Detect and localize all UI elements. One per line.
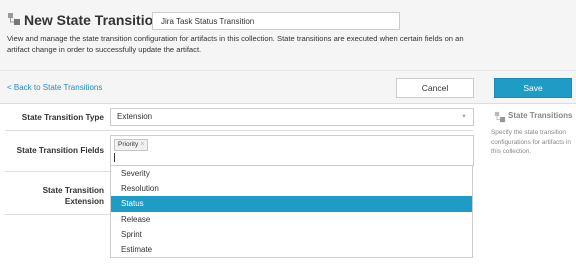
page-description: View and manage the state transition con… [7, 34, 464, 54]
divider [5, 130, 473, 131]
state-transition-fields-label: State Transition Fields [16, 146, 104, 155]
page-header: New State Transition View and manage the… [0, 0, 576, 70]
sidebar-description: Specify the state transition configurati… [491, 129, 571, 155]
toolbar: < Back to State Transitions Cancel Save [0, 70, 576, 104]
back-to-state-transitions-link[interactable]: < Back to State Transitions [7, 83, 102, 92]
state-transition-icon [494, 111, 506, 123]
chevron-down-icon: ▼ [461, 114, 467, 120]
extension-label-line1: State Transition [42, 186, 104, 195]
remove-tag-icon[interactable]: × [140, 141, 144, 148]
dropdown-option-status[interactable]: Status [111, 196, 472, 212]
fields-dropdown-menu: Severity Resolution Status Release Sprin… [110, 166, 473, 258]
state-transition-type-value: Extension [117, 112, 153, 121]
state-transition-type-select[interactable]: Extension ▼ [110, 108, 474, 126]
field-tag-label: Priority [118, 141, 139, 148]
save-button[interactable]: Save [494, 78, 572, 98]
text-caret [114, 153, 115, 162]
page-title: New State Transition [24, 12, 162, 28]
dropdown-option-severity[interactable]: Severity [111, 166, 472, 181]
dropdown-option-release[interactable]: Release [111, 212, 472, 227]
dropdown-option-resolution[interactable]: Resolution [111, 181, 472, 196]
state-transition-type-label: State Transition Type [21, 113, 104, 122]
field-tag-priority: Priority × [114, 139, 149, 151]
dropdown-option-sprint[interactable]: Sprint [111, 227, 472, 242]
cancel-button[interactable]: Cancel [396, 78, 474, 98]
sidebar-title: State Transitions [508, 111, 573, 120]
extension-label-line2: Extension [64, 197, 104, 206]
state-transition-fields-input[interactable]: Priority × [110, 135, 474, 166]
dropdown-option-estimate[interactable]: Estimate [111, 242, 472, 257]
transition-name-input[interactable] [152, 12, 400, 30]
state-transition-extension-label: State Transition Extension [6, 185, 104, 207]
state-transition-icon [8, 13, 20, 25]
